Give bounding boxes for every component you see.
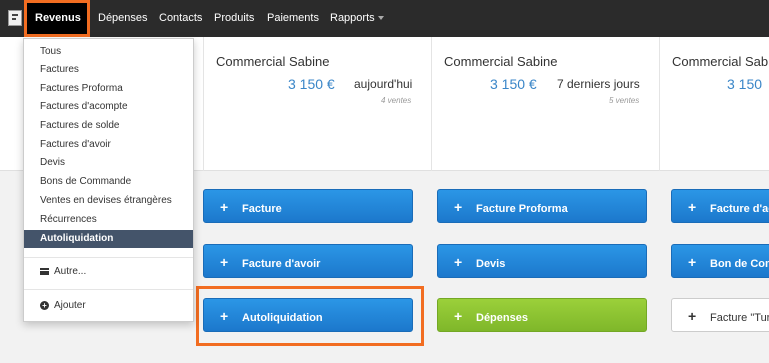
menu-divider — [24, 289, 193, 290]
top-navbar: Revenus Dépenses Contacts Produits Paiem… — [0, 0, 769, 52]
stat-amount: 3 150 € — [490, 76, 537, 92]
plus-icon: + — [454, 199, 463, 215]
menu-item-devis[interactable]: Devis — [24, 154, 193, 172]
stat-title: Commercial Sabi — [672, 54, 769, 69]
stat-card-third: Commercial Sabi 3 150 — [659, 37, 769, 171]
nav-contacts[interactable]: Contacts — [159, 0, 202, 37]
stat-title: Commercial Sabine — [216, 54, 330, 69]
new-facture-button[interactable]: + Facture — [203, 189, 413, 223]
menu-icon — [40, 267, 49, 275]
menu-item-bons-commande[interactable]: Bons de Commande — [24, 173, 193, 191]
plus-icon: + — [454, 254, 463, 270]
revenus-dropdown-menu: Tous Factures Factures Proforma Factures… — [23, 38, 194, 322]
menu-item-factures-proforma[interactable]: Factures Proforma — [24, 80, 193, 98]
nav-paiements[interactable]: Paiements — [267, 0, 319, 37]
stat-card-today: Commercial Sabine 3 150 € aujourd'hui 4 … — [203, 37, 431, 171]
plus-icon: + — [454, 308, 463, 324]
menu-item-ventes-devises[interactable]: Ventes en devises étrangères — [24, 192, 193, 210]
menu-item-factures-acompte[interactable]: Factures d'acompte — [24, 98, 193, 116]
nav-rapports[interactable]: Rapports — [330, 0, 384, 37]
stat-card-week: Commercial Sabine 3 150 € 7 derniers jou… — [431, 37, 659, 171]
new-devis-button[interactable]: + Devis — [437, 244, 647, 278]
app-logo[interactable] — [8, 10, 22, 26]
menu-item-recurrences[interactable]: Récurrences — [24, 211, 193, 229]
new-facture-proforma-button[interactable]: + Facture Proforma — [437, 189, 647, 223]
nav-depenses[interactable]: Dépenses — [98, 0, 148, 37]
stat-period: aujourd'hui — [354, 77, 413, 91]
stat-amount: 3 150 — [727, 76, 763, 92]
menu-item-autre[interactable]: Autre... — [24, 263, 193, 281]
caret-down-icon — [377, 16, 384, 21]
new-facture-turbo-button[interactable]: + Facture "Tur — [671, 298, 769, 332]
stat-count: 4 ventes — [381, 96, 412, 105]
plus-icon: + — [688, 199, 697, 215]
nav-produits[interactable]: Produits — [214, 0, 254, 37]
nav-revenus[interactable]: Revenus — [24, 0, 90, 52]
new-depense-button[interactable]: + Dépenses — [437, 298, 647, 332]
menu-item-autoliquidation[interactable]: Autoliquidation — [24, 230, 193, 248]
menu-item-factures-avoir[interactable]: Factures d'avoir — [24, 136, 193, 154]
highlight-autoliquidation — [196, 286, 424, 346]
new-facture-avoir-button[interactable]: + Facture d'avoir — [203, 244, 413, 278]
new-facture-acompte-button[interactable]: + Facture d'ac — [671, 189, 769, 223]
new-bon-commande-button[interactable]: + Bon de Com — [671, 244, 769, 278]
menu-item-tous[interactable]: Tous — [24, 43, 193, 61]
menu-item-ajouter[interactable]: + Ajouter — [24, 297, 193, 315]
stat-title: Commercial Sabine — [444, 54, 558, 69]
plus-icon: + — [688, 308, 697, 324]
menu-item-factures[interactable]: Factures — [24, 61, 193, 79]
menu-item-factures-solde[interactable]: Factures de solde — [24, 117, 193, 135]
stat-amount: 3 150 € — [288, 76, 335, 92]
stat-count: 5 ventes — [609, 96, 640, 105]
menu-divider — [24, 257, 193, 258]
plus-circle-icon: + — [40, 300, 49, 310]
plus-icon: + — [220, 199, 229, 215]
plus-icon: + — [220, 254, 229, 270]
plus-icon: + — [688, 254, 697, 270]
stat-period: 7 derniers jours — [557, 77, 640, 91]
